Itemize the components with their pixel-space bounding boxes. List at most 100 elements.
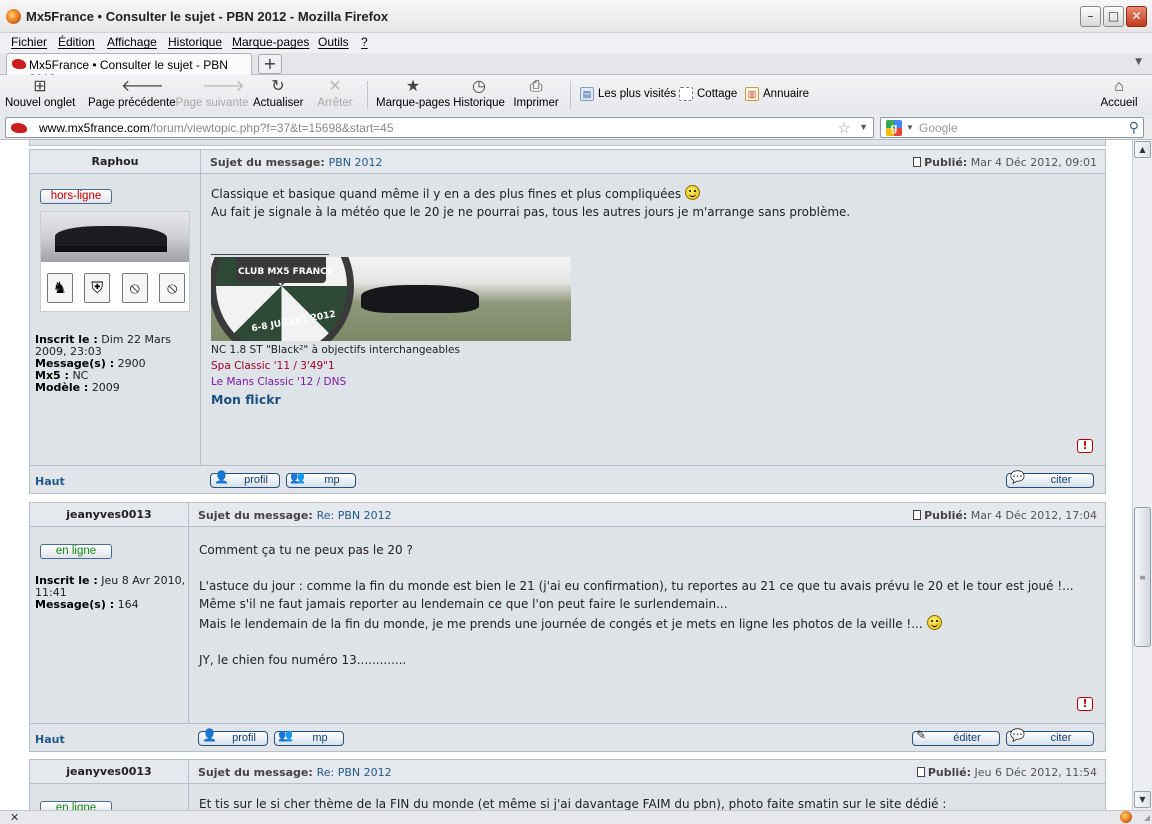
search-bar[interactable]: g ▼ Google ⚲ [880,117,1144,138]
bars-icon: ▥ [745,87,759,101]
post-subject-link[interactable]: Re: PBN 2012 [317,766,392,779]
page-content: Raphou Sujet du message: PBN 2012 Publié… [0,140,1132,810]
tab-list-dropdown-icon[interactable]: ▼ [1135,57,1142,67]
stop-button[interactable]: ✕ Arrêter [314,75,356,115]
back-to-top-link[interactable]: Haut [35,733,65,746]
scroll-up-arrow-icon[interactable]: ▲ [1134,141,1151,158]
status-badge: en ligne [40,544,112,559]
scroll-down-arrow-icon[interactable]: ▼ [1134,791,1151,808]
profile-button[interactable]: 👤 profil [210,471,280,488]
post-header: Raphou Sujet du message: PBN 2012 Publié… [30,150,1105,174]
search-input[interactable]: Google [919,121,958,135]
firefox-logo-icon [6,9,21,24]
post-subject-link[interactable]: PBN 2012 [329,156,383,169]
home-icon: ⌂ [1114,78,1124,95]
forum-post: Raphou Sujet du message: PBN 2012 Publié… [29,149,1106,494]
window-title: Mx5France • Consulter le sujet - PBN 201… [26,9,389,24]
car-picture [361,285,479,313]
bookmarks-button[interactable]: ★ Marque-pages [376,75,450,115]
menu-outils[interactable]: Outils [318,35,349,49]
vertical-scrollbar[interactable]: ▲ ≡ ▼ [1132,140,1152,810]
menu-edition[interactable]: Édition [58,35,95,49]
post-link-icon[interactable] [913,510,922,520]
post-text-line: JY, le chien fou numéro 13............. [199,653,407,667]
google-engine-icon[interactable]: g [886,120,902,136]
users-icon: 👥 [290,470,305,484]
reload-button[interactable]: ↻ Actualiser [253,75,304,115]
post-author[interactable]: jeanyves0013 [30,503,189,527]
stop-icon: ✕ [328,78,342,95]
post-subject-link[interactable]: Re: PBN 2012 [317,509,392,522]
tab-active[interactable]: Mx5France • Consulter le sujet - PBN 201… [6,53,252,86]
print-button[interactable]: ⎙ Imprimer [512,75,560,115]
site-favicon-icon [11,123,27,133]
engine-dropdown-icon[interactable]: ▼ [906,123,914,132]
search-magnifier-icon[interactable]: ⚲ [1129,119,1139,136]
post-author[interactable]: jeanyves0013 [30,760,189,784]
signature-line: Le Mans Classic '12 / DNS [211,376,347,388]
no-sign-badge-icon: ⦸ [159,273,186,303]
report-post-icon[interactable]: ! [1077,697,1093,711]
post-header: jeanyves0013 Sujet du message: Re: PBN 2… [30,503,1105,527]
user-info: Inscrit le : Jeu 8 Avr 2010, 11:41 Messa… [35,574,186,611]
menu-marque-pages[interactable]: Marque-pages [232,35,309,49]
new-tab-toolbar-button[interactable]: ⊞ Nouvel onglet [5,75,75,115]
home-button[interactable]: ⌂ Accueil [1098,75,1140,115]
url-history-dropdown-icon[interactable]: ▼ [859,122,868,132]
post-user-panel: en ligne Inscrit le : Jeu 8 Avr 2010, 11… [30,527,189,751]
post-link-icon[interactable] [913,157,922,167]
avatar: ♞ ⛨ ⦸ ⦸ [40,211,190,312]
car-picture [55,226,167,252]
signature-banner-image: CLUB MX5 FRANCE 6-8 JUILLET 2012 [211,257,571,341]
profile-button[interactable]: 👤 profil [198,729,268,746]
post-body: Classique et basique quand même il y en … [201,174,1105,493]
quote-button[interactable]: 💬 citer [1006,471,1094,488]
url-path: /forum/viewtopic.php?f=37&t=15698&start=… [149,121,394,135]
new-tab-button[interactable]: + [258,54,282,74]
flickr-link[interactable]: Mon flickr [211,392,281,407]
post-user-panel: en ligne [30,784,189,810]
bookmark-most-visited[interactable]: ▤ Les plus visités [580,87,676,101]
forward-button[interactable]: 🡒 Page suivante [175,75,249,115]
navigation-toolbar: ⊞ Nouvel onglet 🡐 Page précédente 🡒 Page… [0,75,1152,115]
post-body: Et tis sur le si cher thème de la FIN du… [189,784,1105,810]
close-findbar-icon[interactable]: ✕ [10,811,19,824]
menu-help[interactable]: ? [361,35,368,49]
back-to-top-link[interactable]: Haut [35,475,65,488]
signature-line: Spa Classic '11 / 3'49"1 [211,360,335,372]
toolbar-separator [367,81,368,109]
plus-tab-icon: ⊞ [33,78,47,95]
scrollbar-thumb[interactable]: ≡ [1134,507,1151,647]
bookmark-star-icon: ★ [405,78,421,95]
bookmark-annuaire[interactable]: ▥ Annuaire [745,87,809,101]
toolbar-separator [570,81,571,109]
back-button[interactable]: 🡐 Page précédente [88,75,176,115]
report-post-icon[interactable]: ! [1077,439,1093,453]
menu-historique[interactable]: Historique [168,35,222,49]
forward-arrow-icon: 🡒 [202,78,245,95]
user-info: Inscrit le : Dim 22 Mars 2009, 23:03 Mes… [35,333,171,394]
window-title-bar: Mx5France • Consulter le sujet - PBN 201… [0,0,1152,33]
maximize-button[interactable]: □ [1103,6,1124,27]
pm-button[interactable]: 👥 mp [286,470,356,488]
pm-button[interactable]: 👥 mp [274,729,344,746]
address-bar[interactable]: www.mx5france.com/forum/viewtopic.php?f=… [5,117,874,138]
resize-grip-icon[interactable]: ◢ [1144,813,1150,822]
minimize-button[interactable]: – [1080,6,1101,27]
url-toolbar: www.mx5france.com/forum/viewtopic.php?f=… [0,115,1152,140]
post-text-line: L'astuce du jour : comme la fin du monde… [199,579,1074,593]
close-button[interactable]: ✕ [1126,6,1147,27]
edit-button[interactable]: ✎ éditer [912,729,1000,746]
post-text-line: Au fait je signale à la météo que le 20 … [211,205,851,219]
post-author[interactable]: Raphou [30,150,201,174]
history-button[interactable]: ◷ Historique [453,75,505,115]
menu-fichier[interactable]: Fichier [11,35,47,49]
no-sign-badge-icon: ⦸ [121,273,148,303]
smiley-icon [685,185,701,200]
quote-button[interactable]: 💬 citer [1006,729,1094,746]
horse-badge-icon: ♞ [46,273,73,303]
bookmark-star-icon[interactable]: ☆ [838,119,851,137]
bookmark-cottage[interactable]: Cottage [679,87,737,101]
post-link-icon[interactable] [916,767,925,777]
menu-affichage[interactable]: Affichage [107,35,157,49]
